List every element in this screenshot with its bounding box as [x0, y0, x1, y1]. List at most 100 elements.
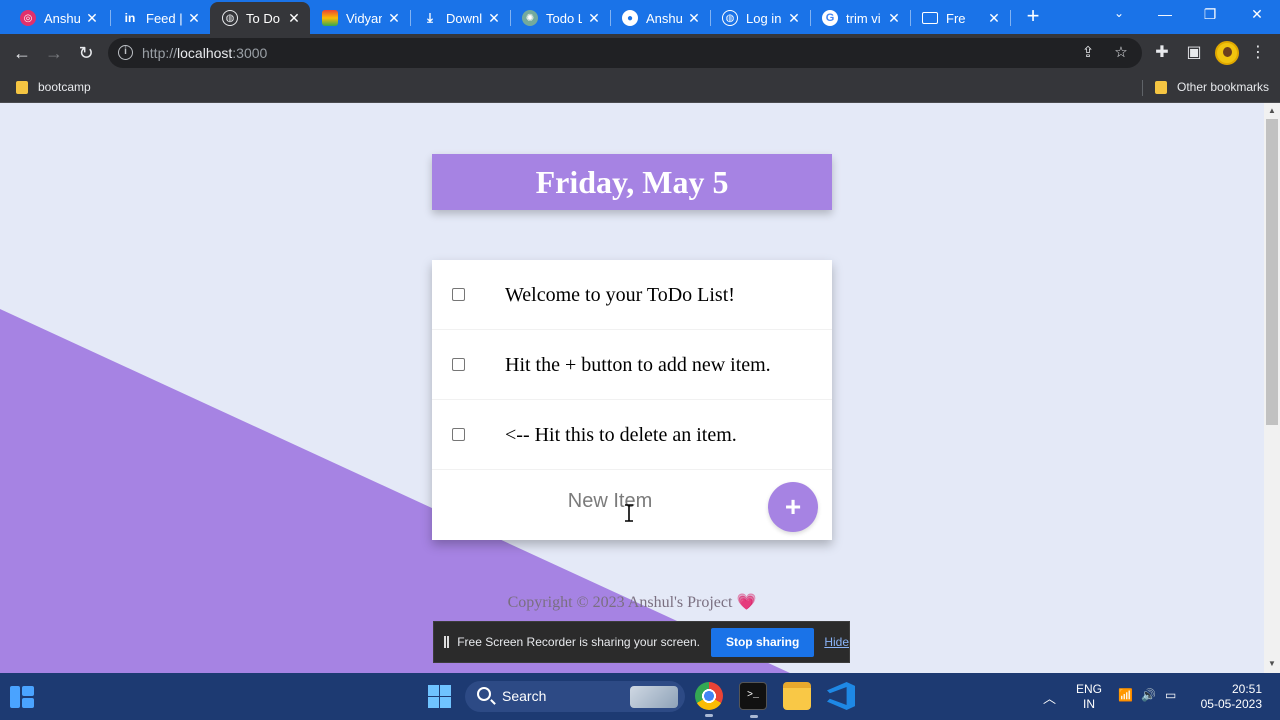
profile-avatar[interactable]: [1215, 41, 1239, 65]
screen-recorder-icon: [922, 12, 938, 24]
search-icon: [477, 687, 491, 701]
vscode-icon[interactable]: [827, 682, 855, 710]
list-item: Welcome to your ToDo List!: [432, 260, 832, 330]
tab-title: Log in: [746, 10, 782, 26]
tab-github[interactable]: ● Anshul ✕: [610, 2, 710, 34]
search-highlight-icon: [630, 686, 678, 708]
restore-icon[interactable]: ❐: [1198, 6, 1222, 23]
url-text: http://localhost:3000: [142, 45, 268, 61]
bookmark-bootcamp[interactable]: bootcamp: [16, 77, 91, 97]
address-bar[interactable]: i http://localhost:3000 ⇪ ☆: [108, 38, 1142, 68]
heart-icon: 💗: [736, 594, 757, 611]
side-panel-icon[interactable]: ▣: [1183, 42, 1205, 64]
extensions-icon[interactable]: ✚: [1151, 42, 1173, 64]
windows-start-icon[interactable]: [428, 685, 451, 708]
tab-vidyan[interactable]: Vidyan ✕: [310, 2, 410, 34]
hide-link[interactable]: Hide: [824, 635, 849, 649]
menu-kebab-icon[interactable]: ⋮: [1247, 42, 1269, 64]
close-icon[interactable]: ✕: [186, 10, 202, 26]
reload-icon[interactable]: ↻: [74, 41, 98, 65]
item-text: Welcome to your ToDo List!: [505, 284, 735, 306]
date-heading-box: Friday, May 5: [432, 154, 832, 210]
item-text: Hit the + button to add new item.: [505, 354, 771, 376]
add-item-button[interactable]: +: [768, 482, 818, 532]
footer-copyright: Copyright © 2023 Anshul's Project 💗: [432, 592, 832, 612]
stop-sharing-button[interactable]: Stop sharing: [710, 627, 815, 657]
rainbow-icon: [322, 10, 338, 26]
folder-icon: [1155, 80, 1167, 94]
clock-time: 20:51: [1231, 682, 1262, 696]
scroll-up-icon[interactable]: ▲: [1266, 106, 1278, 116]
close-icon[interactable]: ✕: [886, 10, 902, 26]
wifi-icon[interactable]: 📶: [1118, 688, 1133, 702]
browser-tab-strip: ◎ Anshul ✕ in Feed | ✕ ◍ To Do ✕ Vidyan …: [0, 0, 1280, 34]
page-viewport: Friday, May 5 Welcome to your ToDo List!…: [0, 103, 1264, 673]
file-explorer-icon[interactable]: [783, 682, 811, 710]
new-tab-button[interactable]: +: [1022, 5, 1044, 28]
bookmark-label: bootcamp: [38, 80, 91, 94]
tab-title: trim vi: [846, 10, 881, 26]
text-cursor-icon: [625, 504, 633, 522]
close-icon[interactable]: ✕: [84, 10, 100, 26]
list-item: Hit the + button to add new item.: [432, 330, 832, 400]
tab-title: Feed |: [146, 10, 182, 26]
scrollbar-thumb[interactable]: [1266, 119, 1278, 425]
bookmark-other[interactable]: Other bookmarks: [1155, 77, 1269, 97]
item-checkbox[interactable]: [452, 358, 465, 371]
volume-icon[interactable]: 🔊: [1141, 688, 1156, 702]
tab-download[interactable]: ⤓ Downl ✕: [410, 2, 510, 34]
windows-taskbar: Search >_ ︿ ENG IN 📶 🔊 ▭ 20:51 05-05-202…: [0, 673, 1280, 720]
tray-chevron-icon[interactable]: ︿: [1043, 688, 1056, 707]
clock-date: 05-05-2023: [1200, 697, 1262, 711]
footer-text: Copyright © 2023 Anshul's Project: [507, 594, 733, 611]
tab-title: Anshul: [44, 10, 80, 26]
bookmark-separator: [1142, 80, 1143, 96]
close-icon[interactable]: ✕: [586, 10, 602, 26]
scroll-down-icon[interactable]: ▼: [1266, 659, 1278, 669]
tab-login[interactable]: ◍ Log in ✕: [710, 2, 810, 34]
system-clock[interactable]: 20:51 05-05-2023: [1196, 682, 1262, 712]
tab-todo-active[interactable]: ◍ To Do ✕: [210, 2, 310, 34]
item-text: <-- Hit this to delete an item.: [505, 424, 737, 446]
item-checkbox[interactable]: [452, 428, 465, 441]
language-code: ENG: [1076, 682, 1103, 696]
terminal-icon[interactable]: >_: [739, 682, 767, 718]
close-icon[interactable]: ✕: [486, 10, 502, 26]
window-close-icon[interactable]: ✕: [1245, 6, 1269, 23]
share-message: Free Screen Recorder is sharing your scr…: [457, 635, 700, 649]
battery-icon[interactable]: ▭: [1165, 688, 1176, 702]
tab-search-icon[interactable]: ⌄: [1107, 6, 1131, 20]
share-icon[interactable]: ⇪: [1078, 43, 1098, 63]
download-icon: ⤓: [427, 10, 433, 25]
tab-instagram[interactable]: ◎ Anshul ✕: [8, 2, 108, 34]
todo-card: Welcome to your ToDo List! Hit the + but…: [432, 260, 832, 540]
folder-icon: [16, 80, 28, 94]
tab-screen-recorder[interactable]: Fre ✕: [910, 2, 1010, 34]
drag-handle-icon[interactable]: [444, 636, 450, 648]
taskbar-search[interactable]: Search: [465, 681, 685, 712]
tab-separator: [1010, 10, 1011, 26]
item-checkbox[interactable]: [452, 288, 465, 301]
close-icon[interactable]: ✕: [286, 10, 302, 26]
chrome-icon[interactable]: [695, 682, 723, 717]
site-info-icon[interactable]: i: [118, 45, 133, 60]
region-code: IN: [1083, 697, 1095, 711]
widgets-icon[interactable]: [10, 686, 34, 708]
close-icon[interactable]: ✕: [786, 10, 802, 26]
tab-title: Fre: [946, 10, 966, 26]
tab-chatgpt[interactable]: ✺ Todo L ✕: [510, 2, 610, 34]
tab-linkedin[interactable]: in Feed | ✕: [110, 2, 210, 34]
tab-google[interactable]: G trim vi ✕: [810, 2, 910, 34]
close-icon[interactable]: ✕: [386, 10, 402, 26]
close-icon[interactable]: ✕: [986, 10, 1002, 26]
close-icon[interactable]: ✕: [686, 10, 702, 26]
bookmarks-bar: bootcamp Other bookmarks: [0, 72, 1280, 103]
language-indicator[interactable]: ENG IN: [1076, 682, 1102, 712]
minimize-icon[interactable]: —: [1153, 6, 1177, 22]
new-item-input[interactable]: New Item: [492, 490, 728, 513]
list-item: <-- Hit this to delete an item.: [432, 400, 832, 470]
forward-icon[interactable]: →: [42, 41, 66, 65]
bookmark-star-icon[interactable]: ☆: [1111, 43, 1131, 63]
instagram-icon: ◎: [20, 10, 36, 26]
back-icon[interactable]: ←: [10, 41, 34, 65]
